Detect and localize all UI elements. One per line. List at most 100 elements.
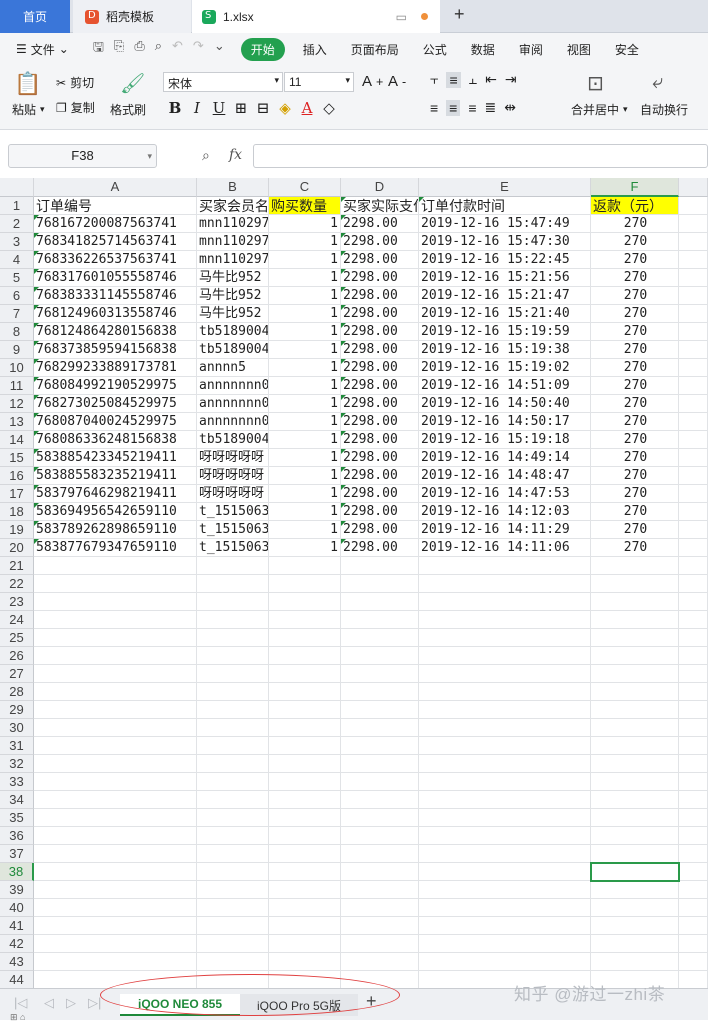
blank-cell[interactable]	[679, 503, 708, 521]
align-right-icon[interactable]: ≡	[468, 100, 476, 116]
table-cell[interactable]: 2298.00	[341, 539, 419, 557]
table-cell[interactable]: 2019-12-16 15:19:59	[419, 323, 591, 341]
table-cell[interactable]	[269, 899, 341, 917]
format-painter-icon[interactable]: 🖌	[120, 71, 145, 96]
table-cell[interactable]	[197, 575, 269, 593]
table-cell[interactable]: 2298.00	[341, 269, 419, 287]
table-cell[interactable]: 呀呀呀呀呀	[197, 449, 269, 467]
table-cell[interactable]: 2298.00	[341, 485, 419, 503]
blank-cell[interactable]	[679, 395, 708, 413]
table-cell[interactable]	[197, 593, 269, 611]
row-header[interactable]: 35	[0, 809, 34, 827]
blank-cell[interactable]	[679, 611, 708, 629]
tab-home[interactable]: 首页	[0, 0, 70, 33]
menu-data[interactable]: 数据	[471, 41, 495, 58]
table-cell[interactable]: 768273025084529975	[34, 395, 197, 413]
table-cell[interactable]: 2019-12-16 15:19:02	[419, 359, 591, 377]
table-cell[interactable]: 768086336248156838	[34, 431, 197, 449]
first-sheet-icon[interactable]: |◁	[14, 995, 27, 1011]
table-cell[interactable]: annnnnnn0	[197, 395, 269, 413]
table-cell[interactable]: 2019-12-16 15:21:40	[419, 305, 591, 323]
table-cell[interactable]	[34, 899, 197, 917]
table-cell[interactable]: 270	[591, 377, 679, 395]
wrap-text-button[interactable]: 自动换行	[640, 101, 688, 118]
table-cell[interactable]	[269, 647, 341, 665]
table-cell[interactable]: 1	[269, 323, 341, 341]
blank-cell[interactable]	[679, 683, 708, 701]
table-cell[interactable]: t_1515063	[197, 503, 269, 521]
blank-cell[interactable]	[679, 467, 708, 485]
tab-template[interactable]: D 稻壳模板	[73, 0, 191, 33]
row-header[interactable]: 25	[0, 629, 34, 647]
blank-cell[interactable]	[679, 305, 708, 323]
table-cell[interactable]: 1	[269, 503, 341, 521]
table-cell[interactable]: 2298.00	[341, 449, 419, 467]
table-cell[interactable]	[34, 953, 197, 971]
cut-button[interactable]: ✂ 剪切	[56, 74, 94, 91]
blank-cell[interactable]	[679, 413, 708, 431]
table-cell[interactable]: 1	[269, 305, 341, 323]
table-cell[interactable]: 583885583235219411	[34, 467, 197, 485]
blank-cell[interactable]	[679, 899, 708, 917]
row-header[interactable]: 30	[0, 719, 34, 737]
blank-cell[interactable]	[679, 287, 708, 305]
table-cell[interactable]	[419, 665, 591, 683]
column-header-D[interactable]: D	[341, 178, 419, 197]
table-cell[interactable]	[269, 791, 341, 809]
table-cell[interactable]: 270	[591, 413, 679, 431]
table-cell[interactable]: 2298.00	[341, 323, 419, 341]
table-cell[interactable]	[419, 557, 591, 575]
table-cell[interactable]: 2019-12-16 14:49:14	[419, 449, 591, 467]
table-cell[interactable]	[269, 881, 341, 899]
indent-icon[interactable]: ⇥	[505, 71, 517, 88]
copy-button[interactable]: ❐ 复制	[56, 99, 95, 116]
table-cell[interactable]	[34, 773, 197, 791]
blank-cell[interactable]	[679, 953, 708, 971]
blank-cell[interactable]	[679, 737, 708, 755]
table-cell[interactable]	[341, 863, 419, 881]
table-cell[interactable]	[419, 899, 591, 917]
print-icon[interactable]: ⎙	[134, 38, 144, 60]
row-header[interactable]: 20	[0, 539, 34, 557]
blank-cell[interactable]	[679, 449, 708, 467]
table-cell[interactable]	[591, 881, 679, 899]
blank-cell[interactable]	[679, 575, 708, 593]
table-cell[interactable]: 270	[591, 395, 679, 413]
table-cell[interactable]	[591, 701, 679, 719]
blank-cell[interactable]	[679, 359, 708, 377]
row-header[interactable]: 26	[0, 647, 34, 665]
table-cell[interactable]: 2019-12-16 14:51:09	[419, 377, 591, 395]
table-cell[interactable]	[269, 629, 341, 647]
paste-icon[interactable]: 📋	[14, 71, 41, 97]
table-cell[interactable]: 2019-12-16 15:21:56	[419, 269, 591, 287]
italic-icon[interactable]: I	[188, 99, 206, 117]
table-cell[interactable]	[591, 611, 679, 629]
table-cell[interactable]: 1	[269, 341, 341, 359]
table-cell[interactable]	[197, 737, 269, 755]
table-cell[interactable]	[269, 611, 341, 629]
table-cell[interactable]: 2019-12-16 14:11:06	[419, 539, 591, 557]
table-cell[interactable]: 768124960313558746	[34, 305, 197, 323]
table-cell[interactable]	[341, 611, 419, 629]
blank-cell[interactable]	[679, 701, 708, 719]
table-cell[interactable]: 2298.00	[341, 431, 419, 449]
name-box[interactable]: F38 ▾	[8, 144, 157, 168]
header-cell[interactable]: 返款（元）	[591, 197, 679, 215]
row-header[interactable]: 16	[0, 467, 34, 485]
blank-cell[interactable]	[679, 269, 708, 287]
blank-cell[interactable]	[679, 521, 708, 539]
table-cell[interactable]: 270	[591, 503, 679, 521]
wrap-text-icon[interactable]: ⤶	[652, 71, 663, 94]
table-cell[interactable]: 768084992190529975	[34, 377, 197, 395]
blank-cell[interactable]	[679, 935, 708, 953]
table-cell[interactable]: 1	[269, 431, 341, 449]
table-cell[interactable]	[197, 791, 269, 809]
blank-cell[interactable]	[679, 485, 708, 503]
blank-cell[interactable]	[679, 863, 708, 881]
row-header[interactable]: 10	[0, 359, 34, 377]
table-cell[interactable]	[419, 827, 591, 845]
table-cell[interactable]	[419, 647, 591, 665]
prev-sheet-icon[interactable]: ◁	[44, 995, 54, 1011]
blank-cell[interactable]	[679, 539, 708, 557]
row-header[interactable]: 24	[0, 611, 34, 629]
